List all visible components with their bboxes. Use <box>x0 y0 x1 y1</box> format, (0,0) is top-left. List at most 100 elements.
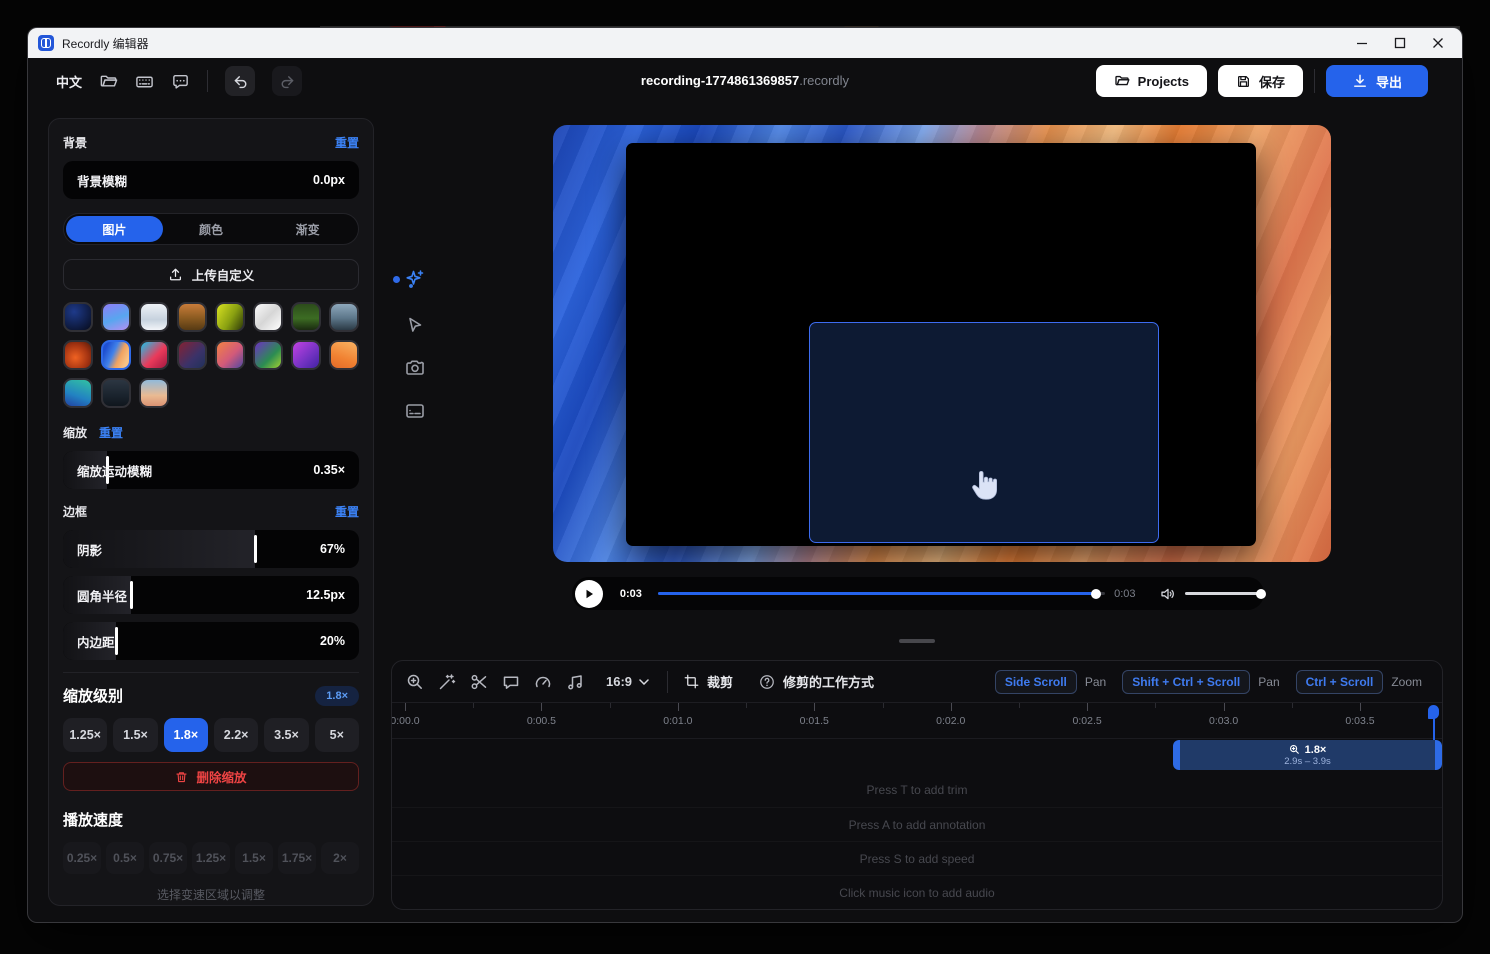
chevron-down-icon <box>639 679 649 685</box>
bg-thumbnail-amber-rays[interactable] <box>329 340 359 370</box>
bg-thumbnail-sunset-violet[interactable] <box>215 340 245 370</box>
bg-thumbnail-night-ridge[interactable] <box>101 378 131 408</box>
timeline-panel: 16:9 裁剪 修剪的工作方式 Side ScrollPanShift + Ct… <box>391 660 1443 910</box>
shadow-slider[interactable]: 阴影67% <box>63 530 359 568</box>
speed-option-1.25×[interactable]: 1.25× <box>192 842 230 874</box>
ruler-minor-tick <box>1019 703 1020 708</box>
aspect-ratio-dropdown[interactable]: 16:9 <box>606 674 649 689</box>
background-blur-slider[interactable]: 背景模糊0.0px <box>63 161 359 199</box>
zoom-region-left-handle[interactable] <box>1173 740 1180 770</box>
bg-thumbnail-crimson-dusk[interactable] <box>177 340 207 370</box>
crop-icon <box>684 674 699 689</box>
bg-thumbnail-ember-bloom[interactable] <box>63 340 93 370</box>
zoom-motion-blur-slider[interactable]: 缩放运动模糊0.35× <box>63 451 359 489</box>
recorded-screen <box>626 143 1256 546</box>
delete-zoom-button[interactable]: 删除缩放 <box>63 762 359 791</box>
magic-wand-button[interactable] <box>438 673 456 691</box>
zoom-level-option-1.8×[interactable]: 1.8× <box>164 718 208 752</box>
upload-custom-button[interactable]: 上传自定义 <box>63 259 359 290</box>
player-bar: 0:03 0:03 <box>572 577 1264 610</box>
timeline-zoom-region[interactable]: 1.8× 2.9s – 3.9s <box>1173 740 1442 770</box>
ruler-minor-tick <box>746 703 747 708</box>
playhead[interactable] <box>1428 705 1439 719</box>
background-tab-渐变[interactable]: 渐变 <box>259 216 356 242</box>
speed-button[interactable] <box>534 673 552 691</box>
speed-option-1.75×[interactable]: 1.75× <box>278 842 316 874</box>
bg-thumbnail-big-sur-wave[interactable] <box>139 340 169 370</box>
close-button[interactable] <box>1432 37 1444 49</box>
video-preview[interactable] <box>553 125 1331 562</box>
music-button[interactable] <box>566 673 584 691</box>
speed-option-2×[interactable]: 2× <box>321 842 359 874</box>
zoom-target-region[interactable] <box>809 322 1159 543</box>
zoom-in-icon <box>1289 744 1300 755</box>
zoom-region-range: 2.9s – 3.9s <box>1284 756 1330 767</box>
speed-option-0.5×[interactable]: 0.5× <box>106 842 144 874</box>
progress-thumb[interactable] <box>1091 589 1101 599</box>
speed-option-0.75×[interactable]: 0.75× <box>149 842 187 874</box>
shortcut-action: Zoom <box>1391 675 1422 689</box>
bg-thumbnail-snow-mountain[interactable] <box>139 302 169 332</box>
bg-thumbnail-green-foliage[interactable] <box>291 302 321 332</box>
zoom-reset-link[interactable]: 重置 <box>99 424 123 441</box>
timeline-lanes[interactable]: Press T to add trimPress A to add annota… <box>392 773 1442 905</box>
volume-thumb[interactable] <box>1256 589 1266 599</box>
zoom-level-option-5×[interactable]: 5× <box>315 718 359 752</box>
save-button[interactable]: 保存 <box>1218 65 1303 97</box>
volume-icon[interactable] <box>1160 586 1176 602</box>
progress-slider[interactable] <box>658 592 1105 595</box>
cut-button[interactable] <box>470 673 488 691</box>
frame-reset-link[interactable]: 重置 <box>335 503 359 520</box>
background-thumbnails <box>63 302 359 408</box>
bg-thumbnail-lime-abstract[interactable] <box>215 302 245 332</box>
titlebar: Recordly 编辑器 <box>28 28 1462 58</box>
ruler-tick <box>405 703 406 711</box>
background-reset-link[interactable]: 重置 <box>335 134 359 151</box>
corner-radius-thumb[interactable] <box>130 581 133 609</box>
panel-resize-handle[interactable] <box>899 639 935 643</box>
background-tab-颜色[interactable]: 颜色 <box>163 216 260 242</box>
timeline-ruler[interactable]: 0:00.00:00.50:01.00:01.50:02.00:02.50:03… <box>392 703 1442 739</box>
bg-thumbnail-aurora[interactable] <box>253 340 283 370</box>
zoom-level-option-1.25×[interactable]: 1.25× <box>63 718 107 752</box>
shadow-thumb[interactable] <box>254 535 257 563</box>
speed-option-0.25×[interactable]: 0.25× <box>63 842 101 874</box>
bg-thumbnail-pastel-clouds[interactable] <box>139 378 169 408</box>
bg-thumbnail-autumn-forest[interactable] <box>177 302 207 332</box>
projects-button[interactable]: Projects <box>1096 65 1207 97</box>
zoom-motion-blur-label: 缩放运动模糊 <box>77 461 152 480</box>
export-button[interactable]: 导出 <box>1326 65 1428 97</box>
bg-thumbnail-sequoia-dawn[interactable] <box>101 340 131 370</box>
volume-slider[interactable] <box>1185 592 1265 595</box>
bg-thumbnail-purple-haze[interactable] <box>101 302 131 332</box>
background-tab-图片[interactable]: 图片 <box>66 216 163 242</box>
bg-thumbnail-teal-rays[interactable] <box>63 378 93 408</box>
bg-thumbnail-dark-blue-abstract[interactable] <box>63 302 93 332</box>
cursor-tool[interactable] <box>404 314 426 336</box>
add-zoom-button[interactable] <box>406 673 424 691</box>
corner-radius-slider[interactable]: 圆角半径12.5px <box>63 576 359 614</box>
zoom-level-option-3.5×[interactable]: 3.5× <box>264 718 308 752</box>
play-icon <box>583 588 595 600</box>
play-button[interactable] <box>575 580 603 608</box>
bg-thumbnail-white-ripple[interactable] <box>253 302 283 332</box>
bg-thumbnail-mountain-lake[interactable] <box>329 302 359 332</box>
ruler-minor-tick <box>1155 703 1156 708</box>
padding-slider[interactable]: 内边距20% <box>63 622 359 660</box>
zoom-level-option-1.5×[interactable]: 1.5× <box>113 718 157 752</box>
speed-option-1.5×[interactable]: 1.5× <box>235 842 273 874</box>
effects-sparkles-tool[interactable] <box>404 268 426 290</box>
captions-tool[interactable] <box>404 400 426 422</box>
maximize-button[interactable] <box>1394 37 1406 49</box>
padding-thumb[interactable] <box>115 627 118 655</box>
zoom-level-option-2.2×[interactable]: 2.2× <box>214 718 258 752</box>
zoom-region-right-handle[interactable] <box>1435 740 1442 770</box>
trim-help-button[interactable]: 修剪的工作方式 <box>759 672 874 691</box>
camera-tool[interactable] <box>404 357 426 379</box>
ruler-tick <box>1360 703 1361 711</box>
download-icon <box>1352 73 1368 89</box>
crop-button[interactable]: 裁剪 <box>684 672 733 691</box>
minimize-button[interactable] <box>1356 37 1368 49</box>
bg-thumbnail-violet-gradient[interactable] <box>291 340 321 370</box>
annotation-button[interactable] <box>502 673 520 691</box>
